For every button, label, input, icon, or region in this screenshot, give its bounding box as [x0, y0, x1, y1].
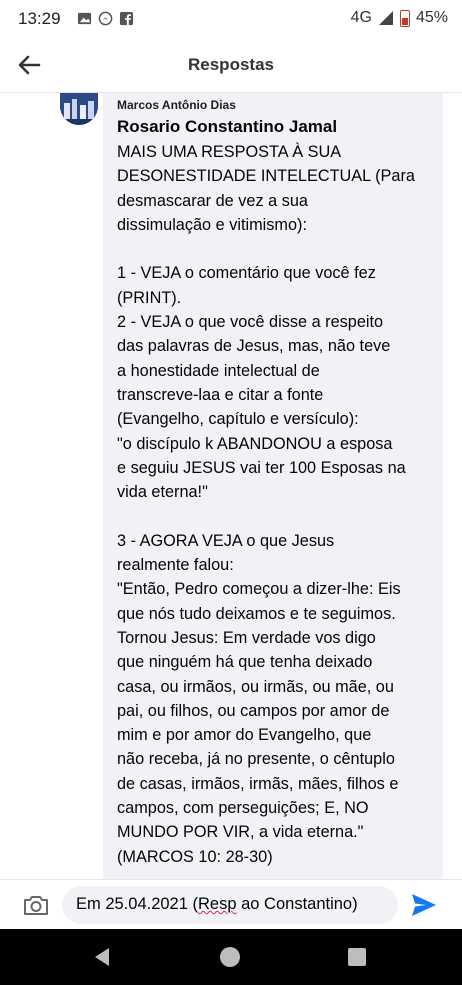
comment-line: 2 - VEJA o que você disse a respeito [117, 313, 384, 332]
notification-icons [77, 11, 134, 26]
comment-line: não receba, já no presente, o cêntuplo [117, 750, 395, 769]
comment-line: realmente falou: [117, 556, 234, 575]
comment-line: (PRINT). [117, 288, 182, 307]
mentioned-user[interactable]: Rosario Constantino Jamal [117, 117, 337, 137]
gallery-icon [77, 12, 92, 25]
comment-line: MAIS UMA RESPOSTA À SUA [117, 143, 342, 161]
battery-icon [399, 9, 410, 27]
comment-line [117, 504, 442, 528]
comment-line: "Então, Pedro começou a dizer-lhe: Eis [117, 580, 401, 599]
comment-author[interactable]: Marcos Antônio Dias [117, 98, 236, 112]
status-right: 4G 45% [351, 9, 448, 27]
comment-line [117, 237, 442, 261]
battery-level: 45% [415, 9, 448, 26]
camera-icon[interactable] [22, 891, 50, 919]
nav-back-icon[interactable] [92, 947, 112, 967]
facebook-icon [119, 11, 134, 26]
comment-line: dissimulação e vitimismo): [117, 215, 307, 234]
comment-line: e seguiu JESUS vai ter 100 Esposas na [117, 458, 406, 477]
signal-icon [378, 11, 393, 25]
status-time: 13:29 [18, 9, 61, 28]
reply-composer: Em 25.04.2021 (Resp ao Constantino) [0, 879, 462, 930]
app-header: Respostas [0, 38, 462, 93]
comment-line: pai, ou filhos, ou campos por amor de [117, 701, 390, 720]
page-title: Respostas [188, 55, 274, 74]
send-icon[interactable] [410, 892, 438, 918]
messenger-icon [98, 11, 113, 26]
comment-line: que nós tudo deixamos e te seguimos. [117, 604, 396, 623]
comment-line: DESONESTIDADE INTELECTUAL (Para [117, 167, 415, 186]
avatar[interactable] [60, 93, 98, 125]
comment-line: 3 - AGORA VEJA o que Jesus [117, 531, 335, 550]
replies-list[interactable]: Marcos Antônio Dias Rosario Constantino … [0, 93, 462, 879]
comment-line: de casas, irmãos, irmãs, mães, filhos e [117, 774, 399, 793]
nav-home-icon[interactable] [220, 947, 240, 967]
comment-line: MUNDO POR VIR, a vida eterna." [117, 823, 364, 842]
comment-line: campos, com perseguições; E, NO [117, 799, 369, 818]
comment-line: "o discípulo k ABANDONOU a esposa [117, 434, 393, 453]
avatar-image [60, 93, 98, 125]
comment-line: desmascarar de vez a sua [117, 191, 308, 210]
system-nav-bar [0, 929, 462, 985]
comment-line: 1 - VEJA o comentário que você fez [117, 264, 376, 283]
comment-line: mim e por amor do Evangelho, que [117, 726, 372, 745]
comment-line: a honestidade intelectual de [117, 361, 320, 380]
comment-line: das palavras de Jesus, mas, não teve [117, 337, 391, 356]
nav-recent-apps-icon[interactable] [348, 948, 366, 966]
status-bar: 13:29 4G 45% [0, 0, 462, 38]
comment-line: transcreve-laa e citar a fonte [117, 385, 324, 404]
comment-line: (Evangelho, capítulo e versículo): [117, 410, 359, 429]
comment-line: vida eterna!" [117, 483, 208, 502]
comment-line: Tornou Jesus: Em verdade vos digo [117, 628, 376, 647]
comment-line: casa, ou irmãos, ou irmãs, ou mãe, ou [117, 677, 394, 696]
comment-line: (MARCOS 10: 28-30) [117, 847, 273, 866]
reply-input[interactable] [62, 886, 398, 924]
comment-body: MAIS UMA RESPOSTA À SUA DESONESTIDADE INT… [117, 140, 442, 869]
comment-line: que ninguém há que tenha deixado [117, 653, 373, 672]
network-label: 4G [350, 9, 372, 26]
